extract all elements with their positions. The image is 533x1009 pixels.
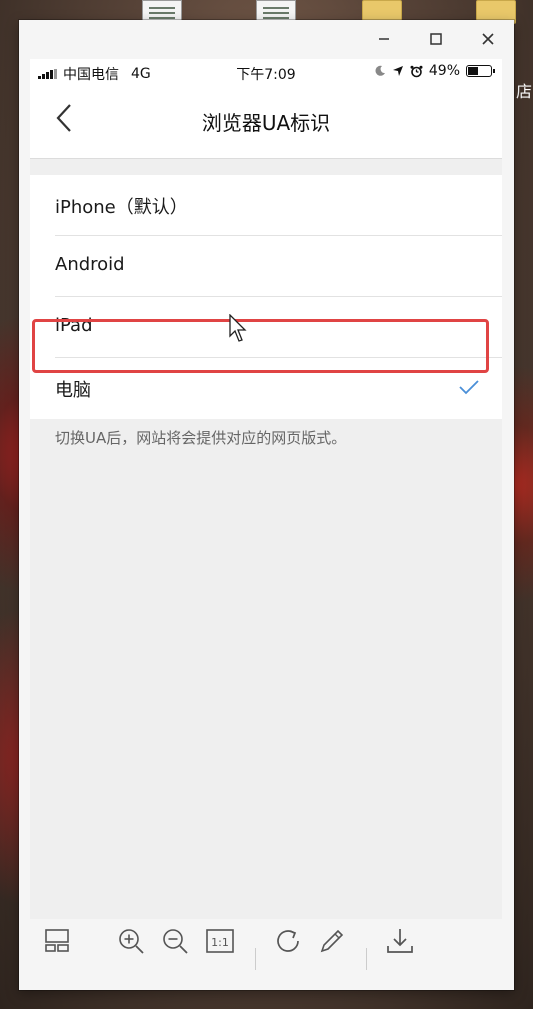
zoom-in-icon bbox=[119, 929, 144, 954]
close-icon bbox=[482, 33, 494, 45]
ua-option-list: iPhone（默认） Android iPad 电脑 bbox=[30, 175, 502, 419]
actual-size-button[interactable]: 1:1 bbox=[205, 926, 235, 960]
download-icon bbox=[387, 929, 413, 953]
option-label: 电脑 bbox=[55, 380, 91, 401]
toolbar-divider bbox=[255, 948, 256, 970]
rotate-button[interactable] bbox=[274, 926, 304, 960]
status-bar: 中国电信 4G 下午7:09 49% bbox=[30, 59, 502, 85]
hint-text: 切换UA后，网站将会提供对应的网页版式。 bbox=[55, 429, 347, 447]
minimize-button[interactable] bbox=[358, 20, 410, 58]
option-desktop[interactable]: 电脑 bbox=[30, 358, 502, 419]
edit-button[interactable] bbox=[317, 926, 347, 960]
layout-icon bbox=[45, 929, 69, 952]
option-android[interactable]: Android bbox=[55, 236, 502, 297]
viewer-window: 中国电信 4G 下午7:09 49% 浏览器UA标识 iPhone（默认） An… bbox=[19, 20, 514, 990]
option-iphone[interactable]: iPhone（默认） bbox=[55, 175, 502, 236]
phone-screen: 中国电信 4G 下午7:09 49% 浏览器UA标识 iPhone（默认） An… bbox=[30, 59, 502, 919]
battery-percent: 49% bbox=[428, 63, 460, 79]
nav-bar: 浏览器UA标识 bbox=[30, 85, 502, 159]
maximize-button[interactable] bbox=[410, 20, 462, 58]
rotate-icon bbox=[277, 930, 299, 952]
zoom-in-button[interactable] bbox=[116, 926, 146, 960]
checkmark-icon bbox=[459, 380, 479, 395]
layout-button[interactable] bbox=[43, 926, 71, 958]
location-icon bbox=[392, 66, 403, 76]
maximize-icon bbox=[430, 33, 442, 45]
option-ipad[interactable]: iPad bbox=[55, 297, 502, 358]
option-label: iPhone（默认） bbox=[55, 197, 188, 218]
toolbar-divider bbox=[366, 948, 367, 970]
download-button[interactable] bbox=[385, 926, 415, 960]
option-label: Android bbox=[55, 254, 125, 275]
option-label: iPad bbox=[55, 315, 93, 336]
desktop-item-label: 店 bbox=[516, 82, 533, 101]
zoom-out-button[interactable] bbox=[160, 926, 190, 960]
zoom-out-icon bbox=[163, 929, 188, 954]
alarm-icon bbox=[410, 65, 423, 77]
battery-icon bbox=[466, 65, 495, 77]
minimize-icon bbox=[379, 38, 389, 40]
page-title: 浏览器UA标识 bbox=[201, 111, 331, 135]
window-controls bbox=[358, 20, 514, 58]
close-button[interactable] bbox=[462, 20, 514, 58]
mouse-cursor-icon bbox=[229, 314, 247, 342]
pencil-icon bbox=[320, 929, 344, 953]
moon-icon bbox=[375, 65, 385, 76]
actual-size-icon: 1:1 bbox=[206, 929, 234, 953]
status-right: 49% bbox=[374, 63, 495, 79]
svg-text:1:1: 1:1 bbox=[211, 936, 229, 949]
